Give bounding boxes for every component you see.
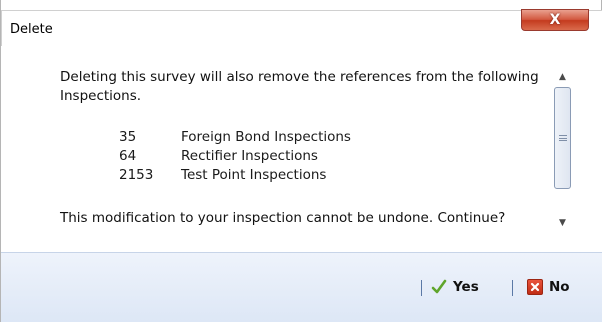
vertical-scrollbar[interactable]: ▲ ▼ bbox=[552, 69, 573, 231]
grip-icon bbox=[558, 135, 567, 141]
delete-dialog: Delete X Deleting this survey will also … bbox=[0, 0, 602, 322]
arrow-down-icon: ▼ bbox=[559, 218, 566, 228]
message-text: Deleting this survey will also remove th… bbox=[60, 69, 539, 104]
inspection-name: Foreign Bond Inspections bbox=[181, 129, 351, 145]
list-item: 35 Foreign Bond Inspections bbox=[119, 128, 351, 147]
scroll-thumb[interactable] bbox=[554, 87, 571, 189]
no-button[interactable]: No bbox=[527, 275, 570, 299]
list-item: 64 Rectifier Inspections bbox=[119, 147, 351, 166]
yes-label: Yes bbox=[453, 279, 479, 295]
dialog-title: Delete bbox=[10, 22, 53, 37]
yes-button[interactable]: Yes bbox=[431, 275, 479, 299]
inspection-count: 2153 bbox=[119, 167, 154, 183]
inspection-count: 35 bbox=[119, 129, 137, 145]
inspection-name: Test Point Inspections bbox=[181, 167, 327, 183]
inspection-name: Rectifier Inspections bbox=[181, 148, 318, 164]
scroll-up-button[interactable]: ▲ bbox=[552, 69, 573, 85]
list-item: 2153 Test Point Inspections bbox=[119, 166, 351, 185]
title-bar[interactable]: Delete X bbox=[1, 9, 602, 46]
button-bar: Yes No bbox=[1, 252, 602, 322]
close-button[interactable]: X bbox=[521, 9, 589, 31]
x-icon bbox=[527, 279, 543, 295]
close-icon: X bbox=[549, 12, 561, 28]
inspection-count: 64 bbox=[119, 148, 137, 164]
separator bbox=[512, 280, 513, 296]
separator bbox=[421, 280, 422, 296]
scroll-down-button[interactable]: ▼ bbox=[552, 215, 573, 231]
arrow-up-icon: ▲ bbox=[559, 72, 566, 82]
no-label: No bbox=[549, 279, 570, 295]
inspection-list: 35 Foreign Bond Inspections 64 Rectifier… bbox=[119, 128, 351, 185]
dialog-content: Deleting this survey will also remove th… bbox=[1, 46, 602, 252]
checkmark-icon bbox=[431, 279, 447, 295]
confirm-text: This modification to your inspection can… bbox=[60, 210, 506, 226]
